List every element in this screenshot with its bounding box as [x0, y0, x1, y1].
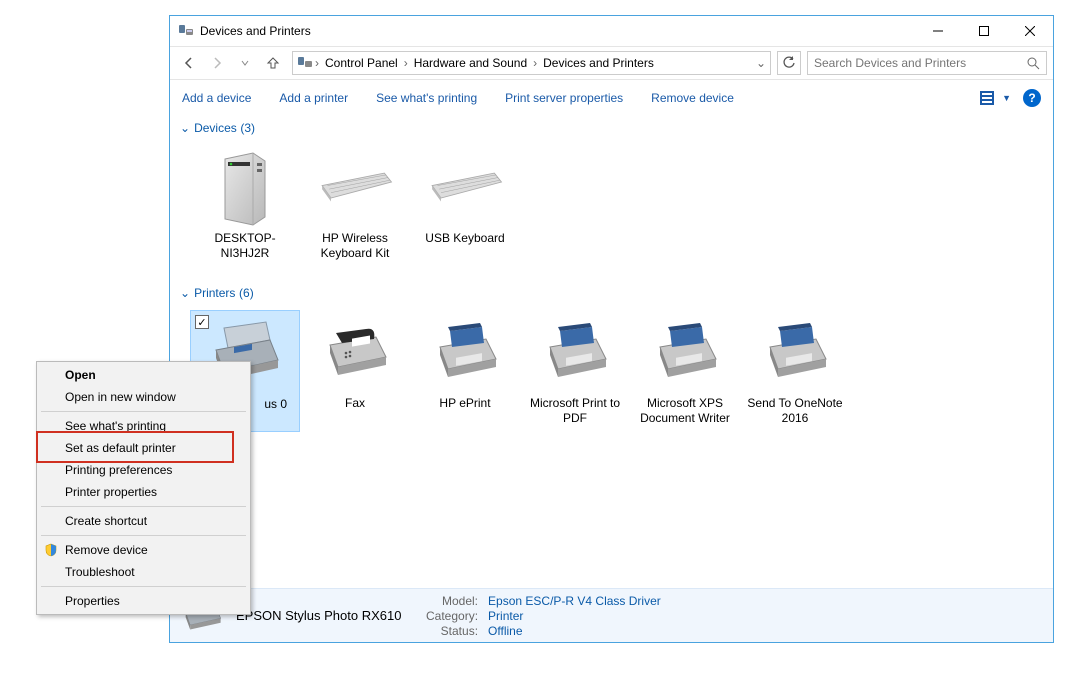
device-usb-keyboard[interactable]: USB Keyboard: [410, 145, 520, 267]
desktop-tower-icon: [205, 151, 285, 229]
printer-label: Send To OneNote 2016: [746, 396, 844, 426]
printers-items: ✓ us 0 Fax HP ePrint: [170, 304, 1053, 446]
titlebar: Devices and Printers: [170, 16, 1053, 46]
ctx-create-shortcut[interactable]: Create shortcut: [39, 510, 248, 532]
devices-printers-small-icon: [297, 55, 313, 71]
printer-onenote[interactable]: Send To OneNote 2016: [740, 310, 850, 432]
ctx-remove-device-label: Remove device: [65, 543, 148, 557]
device-label: USB Keyboard: [416, 231, 514, 246]
ctx-properties[interactable]: Properties: [39, 590, 248, 612]
printers-section-label: Printers: [194, 286, 235, 300]
breadcrumb-devices-printers[interactable]: Devices and Printers: [539, 54, 658, 72]
nav-recent-button[interactable]: [232, 50, 258, 76]
printer-context-menu: Open Open in new window See what's print…: [36, 361, 251, 615]
details-pane: EPSON Stylus Photo RX610 Model: Epson ES…: [170, 588, 1053, 642]
shield-icon: [43, 542, 59, 558]
printer-icon: [425, 316, 505, 394]
device-desktop[interactable]: DESKTOP-NI3HJ2R: [190, 145, 300, 267]
search-icon[interactable]: [1026, 56, 1040, 70]
search-box[interactable]: [807, 51, 1047, 75]
printer-hp-eprint[interactable]: HP ePrint: [410, 310, 520, 432]
details-model-label: Model:: [426, 594, 478, 608]
printers-section-count: (6): [239, 286, 254, 300]
details-grid: Model: Epson ESC/P-R V4 Class Driver Cat…: [426, 594, 661, 638]
ctx-remove-device[interactable]: Remove device: [39, 539, 248, 561]
printer-icon: [755, 316, 835, 394]
selected-checkbox-icon[interactable]: ✓: [195, 315, 209, 329]
view-options-button[interactable]: ▼: [980, 91, 1011, 105]
content-area: ⌄ Devices (3) DESKTOP-NI3HJ2R HP Wireles…: [170, 116, 1053, 588]
cmd-remove-device[interactable]: Remove device: [651, 91, 734, 105]
cmd-add-device[interactable]: Add a device: [182, 91, 251, 105]
breadcrumb-control-panel[interactable]: Control Panel: [321, 54, 402, 72]
address-bar[interactable]: › Control Panel › Hardware and Sound › D…: [292, 51, 771, 75]
ctx-set-default[interactable]: Set as default printer: [39, 437, 248, 459]
help-button[interactable]: ?: [1023, 89, 1041, 107]
printer-fax[interactable]: Fax: [300, 310, 410, 432]
nav-up-button[interactable]: [260, 50, 286, 76]
breadcrumb-sep-icon: ›: [315, 56, 319, 70]
details-name: EPSON Stylus Photo RX610: [236, 608, 406, 623]
maximize-button[interactable]: [961, 16, 1007, 46]
fax-icon: [315, 316, 395, 394]
printer-icon: [535, 316, 615, 394]
navbar: › Control Panel › Hardware and Sound › D…: [170, 46, 1053, 80]
dropdown-caret-icon: ▼: [1002, 93, 1011, 103]
ctx-see-printing[interactable]: See what's printing: [39, 415, 248, 437]
breadcrumb-sep-icon: ›: [404, 56, 408, 70]
ctx-open[interactable]: Open: [39, 364, 248, 386]
cmd-see-printing[interactable]: See what's printing: [376, 91, 477, 105]
details-status-value: Offline: [488, 624, 661, 638]
nav-forward-button[interactable]: [204, 50, 230, 76]
devices-items: DESKTOP-NI3HJ2R HP Wireless Keyboard Kit…: [170, 139, 1053, 281]
printer-label: Fax: [306, 396, 404, 411]
chevron-down-icon: ⌄: [180, 121, 190, 135]
menu-separator: [41, 586, 246, 587]
details-status-label: Status:: [426, 624, 478, 638]
close-button[interactable]: [1007, 16, 1053, 46]
breadcrumb-hardware-sound[interactable]: Hardware and Sound: [410, 54, 531, 72]
menu-separator: [41, 411, 246, 412]
address-dropdown-icon[interactable]: ⌄: [756, 56, 766, 70]
menu-separator: [41, 506, 246, 507]
keyboard-icon: [315, 151, 395, 229]
details-category-label: Category:: [426, 609, 478, 623]
devices-printers-window: Devices and Printers › Control Panel › H…: [169, 15, 1054, 643]
cmd-add-printer[interactable]: Add a printer: [279, 91, 348, 105]
ctx-printing-preferences[interactable]: Printing preferences: [39, 459, 248, 481]
chevron-down-icon: ⌄: [180, 286, 190, 300]
printers-section-header[interactable]: ⌄ Printers (6): [170, 281, 1053, 304]
minimize-button[interactable]: [915, 16, 961, 46]
ctx-printer-properties[interactable]: Printer properties: [39, 481, 248, 503]
ctx-open-new-window[interactable]: Open in new window: [39, 386, 248, 408]
nav-back-button[interactable]: [176, 50, 202, 76]
command-bar: Add a device Add a printer See what's pr…: [170, 80, 1053, 116]
search-input[interactable]: [814, 56, 1026, 70]
keyboard-icon: [425, 151, 505, 229]
printer-label: Microsoft XPS Document Writer: [636, 396, 734, 426]
devices-section-label: Devices: [194, 121, 237, 135]
device-hp-keyboard[interactable]: HP Wireless Keyboard Kit: [300, 145, 410, 267]
devices-printers-icon: [178, 23, 194, 39]
details-model-value: Epson ESC/P-R V4 Class Driver: [488, 594, 661, 608]
devices-section-count: (3): [240, 121, 255, 135]
breadcrumb-sep-icon: ›: [533, 56, 537, 70]
device-label: HP Wireless Keyboard Kit: [306, 231, 404, 261]
menu-separator: [41, 535, 246, 536]
printer-ms-xps[interactable]: Microsoft XPS Document Writer: [630, 310, 740, 432]
window-title: Devices and Printers: [200, 24, 915, 38]
refresh-button[interactable]: [777, 51, 801, 75]
ctx-troubleshoot[interactable]: Troubleshoot: [39, 561, 248, 583]
printer-icon: [645, 316, 725, 394]
printer-label: Microsoft Print to PDF: [526, 396, 624, 426]
devices-section-header[interactable]: ⌄ Devices (3): [170, 116, 1053, 139]
printer-label: HP ePrint: [416, 396, 514, 411]
printer-ms-pdf[interactable]: Microsoft Print to PDF: [520, 310, 630, 432]
cmd-server-props[interactable]: Print server properties: [505, 91, 623, 105]
details-category-value: Printer: [488, 609, 661, 623]
device-label: DESKTOP-NI3HJ2R: [196, 231, 294, 261]
